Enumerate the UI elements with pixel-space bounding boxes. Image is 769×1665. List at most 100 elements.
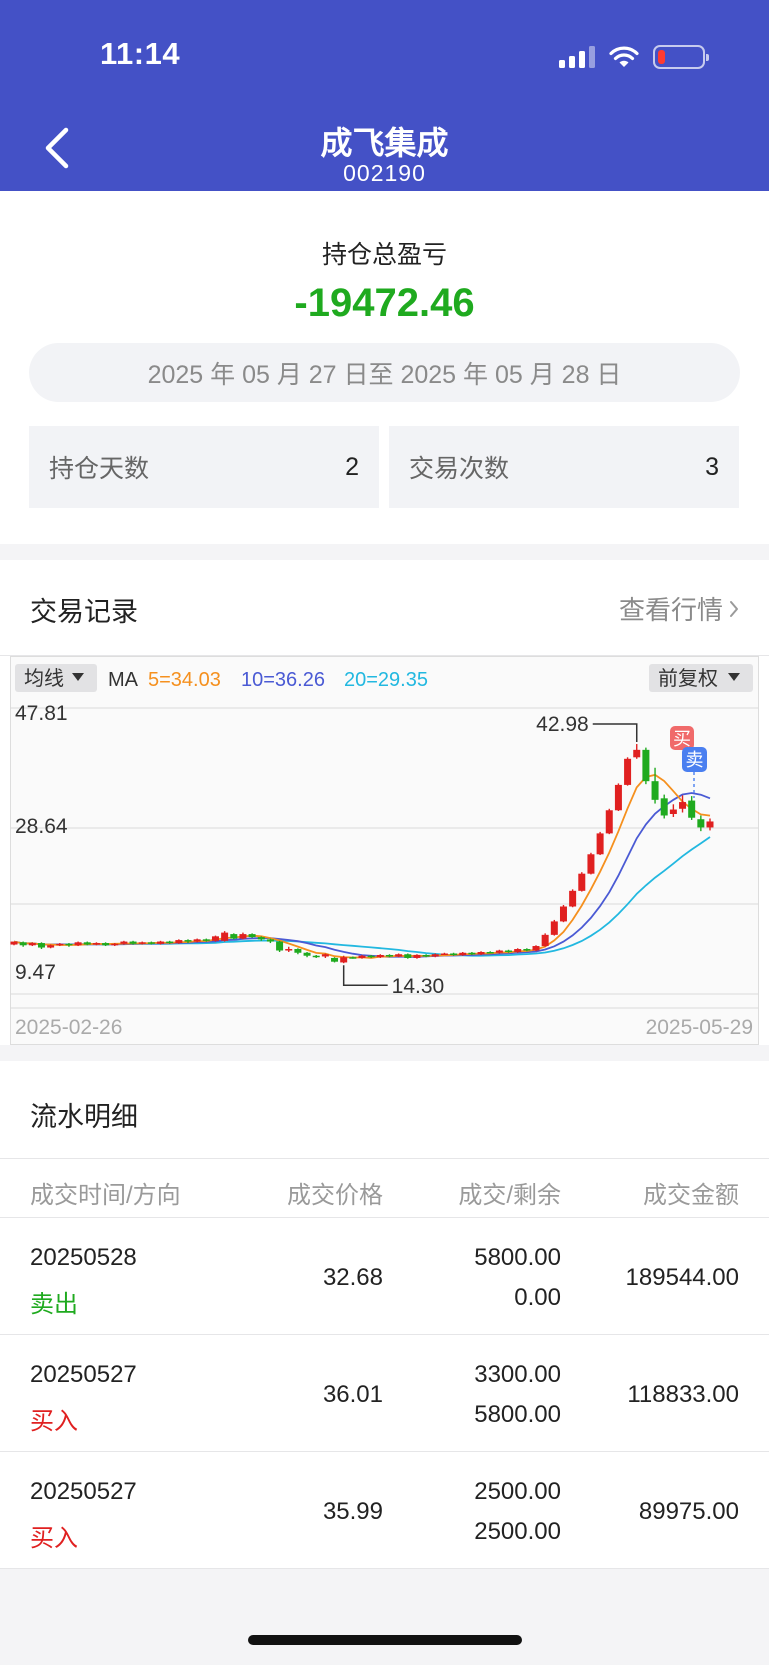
candle xyxy=(569,889,577,908)
page-title: 成飞集成 xyxy=(320,125,449,161)
flow-details-section: 流水明细 成交时间/方向 成交价格 成交/剩余 成交金额 20250528 卖出… xyxy=(0,1061,769,1569)
candle xyxy=(211,935,219,942)
total-pnl-value: -19472.46 xyxy=(294,281,475,325)
table-row[interactable]: 20250527 买入 36.01 3300.00 5800.00 118833… xyxy=(0,1335,769,1452)
candle xyxy=(102,942,110,947)
y-tick-bottom: 9.47 xyxy=(15,961,56,984)
candle xyxy=(230,933,238,940)
candle xyxy=(532,945,540,952)
candle xyxy=(624,757,632,786)
row-date: 20250527 xyxy=(30,1478,137,1505)
table-row[interactable]: 20250527 买入 35.99 2500.00 2500.00 89975.… xyxy=(0,1452,769,1569)
x-label-start: 2025-02-26 xyxy=(15,1016,122,1039)
candle xyxy=(605,808,613,835)
row-price: 36.01 xyxy=(322,1381,383,1408)
stock-code: 002190 xyxy=(343,160,426,186)
y-tick-top: 47.81 xyxy=(15,702,68,725)
candle xyxy=(276,940,284,953)
row-date: 20250528 xyxy=(30,1244,137,1271)
candle xyxy=(706,818,714,831)
candle xyxy=(669,804,677,817)
col-price: 成交价格 xyxy=(287,1182,383,1209)
candle xyxy=(303,952,311,958)
row-remain: 2500.00 xyxy=(474,1518,561,1545)
candle xyxy=(404,953,412,959)
status-icons xyxy=(559,44,709,70)
ma20-value: 20=29.35 xyxy=(344,669,428,691)
row-price: 32.68 xyxy=(322,1264,383,1291)
candle xyxy=(248,933,256,938)
adjust-dropdown-label: 前复权 xyxy=(658,667,718,690)
row-amount: 189544.00 xyxy=(625,1264,739,1291)
candle xyxy=(440,952,448,955)
kline-chart-svg: 均线 MA 5=34.03 10=36.26 20=29.35 前复权 47.8… xyxy=(10,656,759,1045)
row-remain: 0.00 xyxy=(514,1284,561,1311)
low-price-label: 14.30 xyxy=(392,975,445,998)
col-qty-remain: 成交/剩余 xyxy=(458,1182,561,1209)
y-tick-mid: 28.64 xyxy=(15,815,68,838)
high-price-label: 42.98 xyxy=(536,713,589,736)
row-amount: 89975.00 xyxy=(638,1498,739,1525)
ma5-line xyxy=(13,773,711,959)
trade-count-label: 交易次数 xyxy=(409,455,510,483)
candle xyxy=(37,942,45,950)
adjust-dropdown[interactable]: 前复权 xyxy=(649,664,753,692)
row-price: 35.99 xyxy=(322,1498,383,1525)
candle xyxy=(660,794,668,819)
ma-label: MA xyxy=(108,669,139,691)
col-time-direction: 成交时间/方向 xyxy=(30,1182,181,1209)
view-quote-label: 查看行情 xyxy=(618,595,723,625)
row-direction: 卖出 xyxy=(30,1291,78,1318)
row-qty: 3300.00 xyxy=(474,1361,561,1388)
row-qty: 5800.00 xyxy=(474,1244,561,1271)
sell-marker: 卖 xyxy=(682,747,707,798)
candle xyxy=(550,919,558,936)
col-amount: 成交金额 xyxy=(643,1182,739,1209)
chevron-right-icon xyxy=(730,600,738,617)
buy-marker: 买 xyxy=(670,726,694,750)
svg-text:卖: 卖 xyxy=(686,750,704,770)
total-pnl-label: 持仓总盈亏 xyxy=(321,241,447,269)
candle xyxy=(312,954,320,958)
ma5-value: 5=34.03 xyxy=(148,669,221,691)
candle xyxy=(578,872,586,892)
candle xyxy=(294,948,302,955)
candle xyxy=(642,747,650,785)
table-header: 成交时间/方向 成交价格 成交/剩余 成交金额 xyxy=(0,1158,769,1218)
battery-icon xyxy=(653,45,709,69)
ma10-value: 10=36.26 xyxy=(241,669,325,691)
home-indicator[interactable] xyxy=(248,1635,522,1645)
candle xyxy=(285,946,293,953)
candle xyxy=(697,815,705,832)
candle xyxy=(10,941,18,946)
row-direction: 买入 xyxy=(30,1408,78,1435)
candle xyxy=(239,932,247,940)
candle xyxy=(19,941,27,947)
flow-details-title: 流水明细 xyxy=(30,1102,138,1132)
kline-chart[interactable]: 均线 MA 5=34.03 10=36.26 20=29.35 前复权 47.8… xyxy=(10,656,759,1045)
candle xyxy=(587,852,595,875)
svg-text:买: 买 xyxy=(673,729,691,749)
cellular-signal-icon xyxy=(559,46,595,68)
hold-days-label: 持仓天数 xyxy=(49,455,150,483)
candle xyxy=(486,951,494,954)
trade-count-value: 3 xyxy=(705,452,719,481)
trade-records-section: 交易记录 查看行情 均线 MA 5=34.03 10=36.26 20=29.3… xyxy=(0,560,769,1045)
view-quote-link[interactable]: 查看行情 xyxy=(619,590,739,627)
candle xyxy=(633,744,641,759)
trade-count-stat: 交易次数 3 xyxy=(389,426,739,508)
row-qty: 2500.00 xyxy=(474,1478,561,1505)
position-summary: 持仓总盈亏 -19472.46 2025 年 05 月 27 日至 2025 年… xyxy=(0,191,769,544)
candle xyxy=(559,905,567,923)
table-row[interactable]: 20250528 卖出 32.68 5800.00 0.00 189544.00 xyxy=(0,1218,769,1335)
hold-days-stat: 持仓天数 2 xyxy=(29,426,379,508)
row-direction: 买入 xyxy=(30,1525,78,1552)
indicator-dropdown[interactable]: 均线 xyxy=(15,664,97,692)
candle xyxy=(614,783,622,812)
candle xyxy=(596,831,604,856)
indicator-dropdown-label: 均线 xyxy=(24,667,64,690)
candle xyxy=(688,796,696,820)
trade-records-title: 交易记录 xyxy=(30,597,138,627)
candle xyxy=(221,931,229,942)
row-date: 20250527 xyxy=(30,1361,137,1388)
